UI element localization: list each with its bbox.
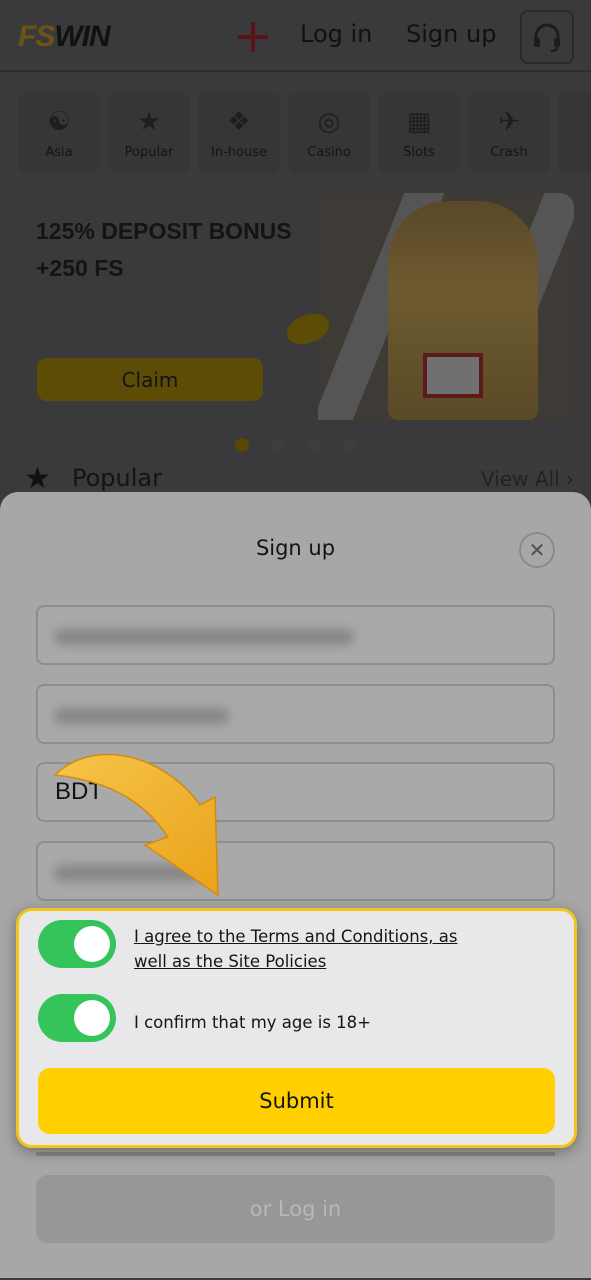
arrow-annotation-icon [53,753,219,897]
category-label: Casino [307,144,351,160]
logo-win: WIN [54,20,110,53]
claim-button[interactable]: Claim [37,358,263,401]
category-casino[interactable]: ◎ Casino [288,93,370,173]
terms-link[interactable]: I agree to the Terms and Conditions, as … [134,924,494,974]
view-all-label: View All [481,467,560,491]
alt-login-button[interactable]: or Log in [36,1175,555,1243]
plus-icon[interactable] [236,20,270,54]
consent-highlight-box: I agree to the Terms and Conditions, as … [16,908,577,1148]
top-header: FSWIN Log in Sign up [0,0,591,72]
slot-machine-icon: ▦ [406,106,432,137]
close-icon: ✕ [528,538,546,562]
headset-icon [534,23,560,53]
banner-title-line1: 125% DEPOSIT BONUS [36,218,292,244]
category-label: Slots [403,144,435,160]
category-label: Crash [490,144,528,160]
category-popular[interactable]: ★ Popular [108,93,190,173]
blurred-value [54,629,354,645]
blurred-value [54,708,229,724]
category-asia[interactable]: ☯ Asia [18,93,100,173]
plane-icon: ✈ [498,106,520,137]
banner-title-line2: +250 FS [36,255,124,281]
sheet-title: Sign up [255,536,336,560]
header-login-link[interactable]: Log in [300,20,372,48]
view-all-link[interactable]: View All › [481,467,574,491]
category-slots[interactable]: ▦ Slots [378,93,460,173]
chevron-right-icon: › [566,467,574,491]
section-title: Popular [72,464,162,492]
star-icon: ★ [24,461,51,496]
logo-fs: FS [18,20,55,53]
password-field[interactable] [36,684,555,744]
age-confirm-label: I confirm that my age is 18+ [134,1013,372,1032]
category-instant[interactable]: ⚡ Ins [558,93,591,173]
category-bar: ☯ Asia ★ Popular ❖ In-house ◎ Casino ▦ S… [18,93,591,173]
header-signup-link[interactable]: Sign up [406,20,496,48]
category-inhouse[interactable]: ❖ In-house [198,93,280,173]
banner-title: 125% DEPOSIT BONUS +250 FS [36,213,292,287]
banner-image [318,193,574,420]
roulette-icon: ◎ [317,106,341,137]
category-crash[interactable]: ✈ Crash [468,93,550,173]
email-field[interactable] [36,605,555,665]
gift-box-icon [423,353,483,398]
age-toggle[interactable] [38,994,116,1042]
carousel-dot-active[interactable] [235,438,249,452]
category-label: Asia [45,144,73,160]
toggle-knob [74,1000,110,1036]
fswin-logo[interactable]: FSWIN [18,20,111,54]
category-label: Popular [124,144,174,160]
support-button[interactable] [520,10,574,64]
close-button[interactable]: ✕ [519,532,555,568]
toggle-knob [74,926,110,962]
promo-banner[interactable]: 125% DEPOSIT BONUS +250 FS Claim [18,193,574,420]
submit-button[interactable]: Submit [38,1068,555,1134]
carousel-dot[interactable] [343,438,357,452]
carousel-dots [235,438,357,452]
carousel-dot[interactable] [307,438,321,452]
yin-yang-icon: ☯ [47,106,71,137]
instant-icon: ⚡ [584,107,591,137]
divider [36,1152,555,1156]
category-label: In-house [211,144,267,160]
star-icon: ★ [137,106,161,137]
popular-section-header: ★ Popular View All › [24,462,574,496]
inhouse-icon: ❖ [227,106,251,137]
carousel-dot[interactable] [271,438,285,452]
terms-toggle[interactable] [38,920,116,968]
